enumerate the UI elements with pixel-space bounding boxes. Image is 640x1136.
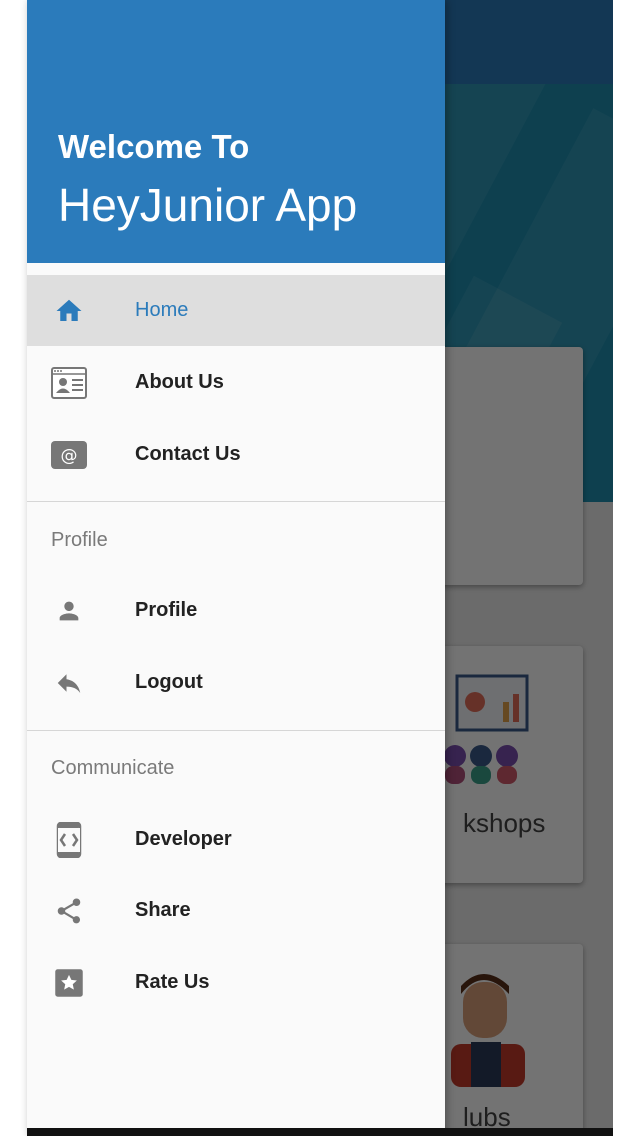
share-icon bbox=[51, 893, 87, 929]
nav-item-label: Developer bbox=[135, 828, 232, 850]
nav-item-label: Profile bbox=[135, 599, 198, 621]
header-spacer bbox=[27, 263, 445, 275]
navigation-drawer: Welcome To HeyJunior App Home About Us @… bbox=[27, 0, 445, 1136]
star-box-icon bbox=[51, 965, 87, 1001]
nav-item-label: About Us bbox=[135, 371, 224, 393]
welcome-text: Welcome To bbox=[58, 128, 250, 165]
developer-mode-icon bbox=[51, 821, 87, 858]
nav-item-developer[interactable]: Developer bbox=[27, 804, 445, 875]
person-icon bbox=[51, 593, 87, 629]
id-card-icon bbox=[51, 365, 87, 401]
nav-item-share[interactable]: Share bbox=[27, 875, 445, 946]
nav-item-rate-us[interactable]: Rate Us bbox=[27, 947, 445, 1018]
nav-item-profile[interactable]: Profile bbox=[27, 575, 445, 646]
home-icon bbox=[51, 293, 87, 329]
nav-item-label: Logout bbox=[135, 671, 203, 693]
at-sign-icon: @ bbox=[51, 437, 87, 473]
section-header-communicate: Communicate bbox=[51, 757, 175, 779]
app-name: HeyJunior App bbox=[58, 179, 358, 231]
system-nav-bar bbox=[27, 1128, 613, 1136]
nav-item-label: Home bbox=[135, 299, 189, 321]
divider bbox=[27, 730, 445, 731]
nav-item-logout[interactable]: Logout bbox=[27, 647, 445, 718]
nav-item-label: Rate Us bbox=[135, 971, 210, 993]
section-header-profile: Profile bbox=[51, 529, 108, 551]
nav-item-label: Share bbox=[135, 899, 191, 921]
reply-arrow-icon bbox=[51, 665, 87, 701]
nav-item-home[interactable]: Home bbox=[27, 275, 445, 346]
divider bbox=[27, 501, 445, 502]
nav-item-label: Contact Us bbox=[135, 443, 241, 465]
drawer-header: Welcome To HeyJunior App bbox=[27, 0, 445, 263]
nav-item-contact-us[interactable]: @ Contact Us bbox=[27, 419, 445, 490]
nav-item-about-us[interactable]: About Us bbox=[27, 347, 445, 418]
svg-text:@: @ bbox=[61, 446, 78, 466]
